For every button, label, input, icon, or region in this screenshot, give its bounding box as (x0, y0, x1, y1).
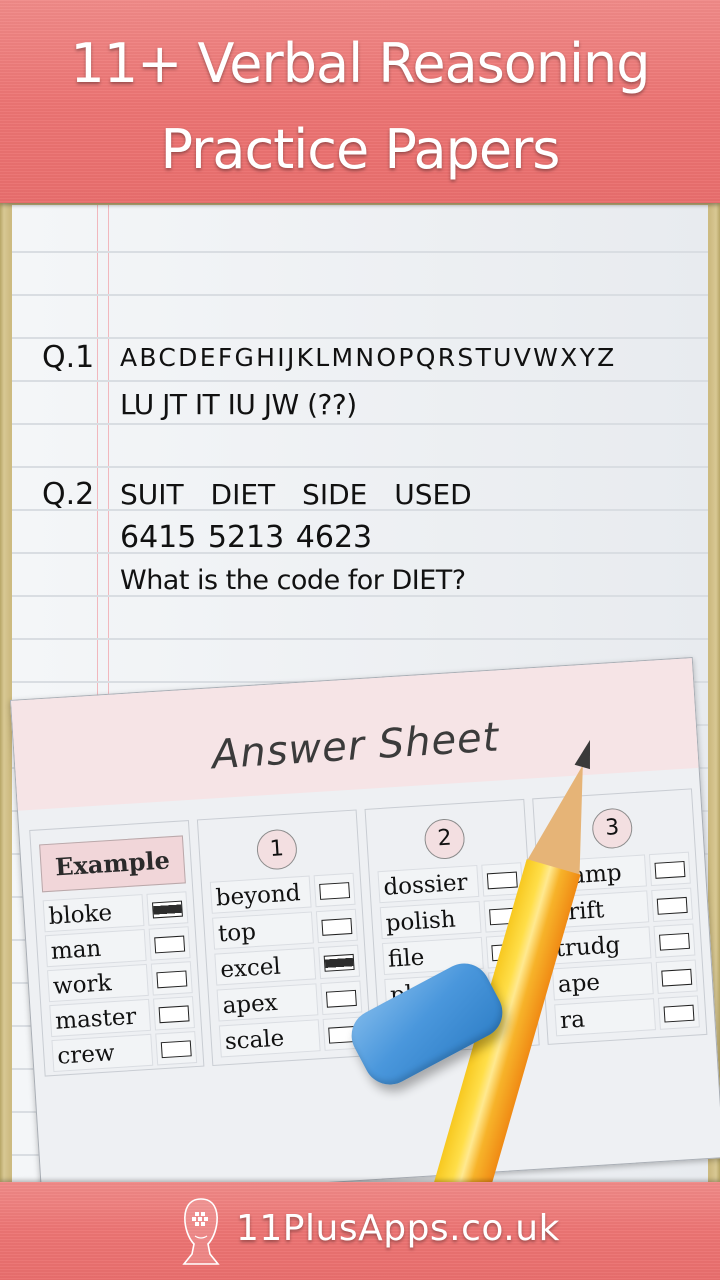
answer-checkbox[interactable] (158, 1005, 190, 1024)
head-puzzle-icon (182, 1198, 220, 1265)
title-line-1: 11+ Verbal Reasoning (70, 32, 650, 95)
answer-checkbox[interactable] (325, 989, 357, 1008)
answer-word: ra (554, 998, 657, 1037)
question-2-words: SUIT DIET SIDE USED (120, 478, 472, 511)
question-2-prompt: What is the code for DIET? (120, 565, 466, 596)
question-number-badge: 1 (255, 828, 299, 871)
ruled-line (12, 294, 708, 296)
ruled-line (12, 423, 708, 425)
answer-word: master (49, 998, 152, 1038)
answer-checkbox[interactable] (156, 970, 188, 989)
answer-column-1: 1 beyond top excel apex scale (196, 809, 373, 1067)
answer-word: ape (551, 962, 654, 1001)
answer-checkbox-marked[interactable] (151, 900, 183, 919)
question-1-alphabet: ABCDEFGHIJKLMNOPQRSTUVWXYZ (120, 343, 617, 372)
example-label: Example (39, 835, 186, 893)
ruled-line (12, 251, 708, 253)
answer-word: excel (214, 947, 317, 986)
answer-column-example: Example bloke man work master crew (29, 820, 205, 1077)
question-1-sequence: LU JT IT IU JW (??) (120, 388, 357, 421)
answer-word: polish (379, 900, 482, 940)
answer-checkbox[interactable] (319, 882, 351, 900)
ruled-line (12, 380, 708, 382)
title-banner: 11+ Verbal Reasoning Practice Papers (0, 0, 720, 203)
answer-word: work (47, 963, 149, 1003)
answer-row[interactable]: scale (218, 1016, 365, 1059)
answer-checkbox[interactable] (654, 860, 686, 879)
answer-row[interactable]: ra (554, 995, 700, 1038)
answer-word: man (44, 928, 147, 968)
answer-checkbox[interactable] (663, 1004, 695, 1023)
answer-checkbox[interactable] (661, 968, 693, 987)
answer-word: top (212, 911, 314, 950)
answer-checkbox[interactable] (659, 932, 690, 951)
answer-sheet: Answer Sheet Example bloke man work mast… (10, 657, 720, 1202)
answer-word: beyond (209, 875, 312, 914)
ruled-line (12, 337, 708, 339)
ruled-line (12, 638, 708, 640)
question-2-label: Q.2 (42, 477, 95, 512)
answer-word: dossier (377, 864, 480, 904)
title-line-2: Practice Papers (160, 118, 561, 181)
question-number-badge: 2 (423, 817, 466, 861)
answer-checkbox[interactable] (154, 935, 186, 954)
website-link[interactable]: 11PlusApps.co.uk (236, 1208, 560, 1249)
answer-checkbox[interactable] (486, 871, 518, 890)
ruled-line (12, 466, 708, 468)
answer-checkbox-marked[interactable] (323, 953, 355, 972)
question-1-label: Q.1 (42, 340, 95, 375)
answer-word: scale (218, 1019, 321, 1058)
answer-word: bloke (42, 894, 145, 933)
answer-checkbox[interactable] (160, 1040, 192, 1059)
answer-word: crew (51, 1033, 154, 1073)
question-2-codes: 6415 5213 4623 (120, 520, 373, 555)
answer-word: apex (216, 983, 319, 1022)
answer-checkbox[interactable] (321, 917, 353, 936)
answer-checkbox[interactable] (656, 896, 688, 915)
